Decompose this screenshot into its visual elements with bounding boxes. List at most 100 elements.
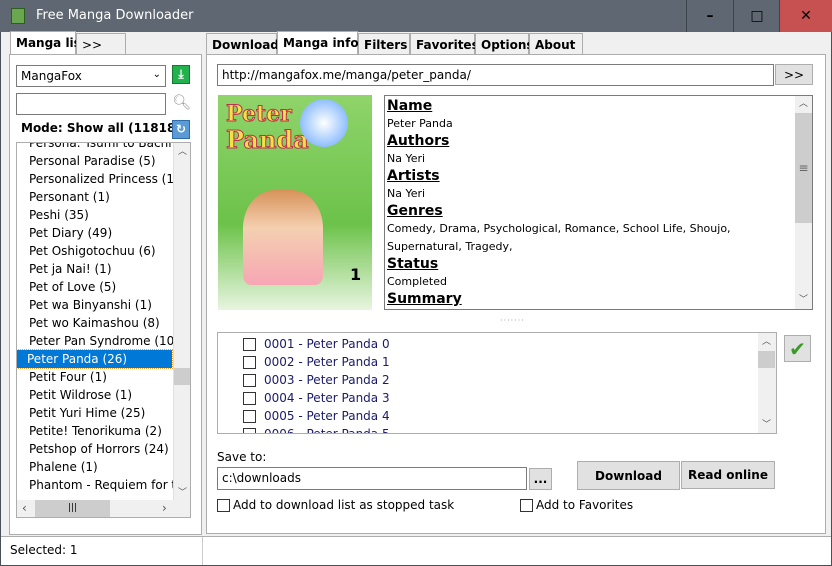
- checkbox[interactable]: [520, 498, 533, 512]
- splitter-handle[interactable]: ·······: [500, 316, 525, 325]
- hscroll-thumb[interactable]: |||: [35, 500, 110, 517]
- search-input[interactable]: [16, 93, 166, 115]
- search-icon[interactable]: 🔍︎: [172, 93, 191, 112]
- add-favorites-checkbox[interactable]: Add to Favorites: [520, 498, 633, 512]
- maximize-button[interactable]: □: [733, 0, 780, 32]
- info-box[interactable]: Name Peter Panda Authors Na Yeri Artists Na Y…: [384, 95, 813, 310]
- checkbox[interactable]: [243, 427, 256, 433]
- scroll-up-icon[interactable]: ︿: [178, 144, 187, 157]
- checkmark-icon: ✔: [789, 336, 806, 361]
- tab-downloads[interactable]: Downloads: [206, 33, 286, 55]
- checkbox[interactable]: [243, 391, 256, 405]
- app-icon: [11, 8, 25, 24]
- manga-list[interactable]: Persona: Tsumi to Bachi Personal Paradise…: [16, 142, 191, 518]
- read-online-button[interactable]: Read online: [681, 461, 775, 489]
- minimize-button[interactable]: –: [686, 0, 733, 32]
- manga-list-item[interactable]: Pet Diary (49): [29, 224, 175, 242]
- manga-list-item[interactable]: Pet Oshigotochuu (6): [29, 242, 175, 260]
- chapter-scrollbar[interactable]: ︿ ﹀: [758, 333, 776, 433]
- save-to-label: Save to:: [217, 450, 267, 464]
- tab-options[interactable]: Options: [475, 33, 534, 55]
- cover-title-line2: Panda: [226, 125, 310, 155]
- scroll-thumb[interactable]: ≡: [795, 113, 812, 223]
- info-value: Comedy, Drama, Psychological, Romance, S…: [387, 222, 731, 253]
- info-scrollbar[interactable]: ︿ ≡ ﹀: [795, 96, 812, 309]
- chapter-item[interactable]: 0006 - Peter Panda 5: [243, 425, 390, 434]
- add-stopped-label: Add to download list as stopped task: [233, 498, 455, 512]
- scroll-down-icon[interactable]: ﹀: [762, 417, 771, 430]
- close-button[interactable]: ✕: [779, 0, 832, 32]
- manga-list-item[interactable]: Pet ja Nai! (1): [29, 260, 175, 278]
- checkbox[interactable]: [243, 373, 256, 387]
- cover-title-line1: Peter: [226, 101, 293, 128]
- cover-volume: 1: [350, 265, 362, 284]
- chapter-item[interactable]: 0003 - Peter Panda 2: [243, 371, 390, 389]
- add-favorites-label: Add to Favorites: [536, 498, 634, 512]
- chapter-item[interactable]: 0002 - Peter Panda 1: [243, 353, 390, 371]
- vertical-scrollbar[interactable]: ︿ ﹀: [173, 143, 190, 500]
- tab-manga-list[interactable]: Manga list: [10, 31, 87, 55]
- checkbox[interactable]: [243, 409, 256, 423]
- chapter-label: 0004 - Peter Panda 3: [264, 391, 390, 405]
- chapter-list[interactable]: 0001 - Peter Panda 0 0002 - Peter Panda 1…: [217, 332, 777, 434]
- scroll-up-icon[interactable]: ︿: [762, 334, 771, 347]
- tab-more[interactable]: >>: [76, 33, 126, 55]
- url-input[interactable]: http://mangafox.me/manga/peter_panda/: [217, 64, 774, 86]
- chapter-item[interactable]: 0004 - Peter Panda 3: [243, 389, 390, 407]
- chapter-label: 0006 - Peter Panda 5: [264, 427, 390, 434]
- manga-list-item[interactable]: Personant (1): [29, 188, 175, 206]
- horizontal-scrollbar[interactable]: ‹ ||| ›: [17, 500, 190, 517]
- scroll-left-icon[interactable]: ‹: [22, 501, 27, 515]
- scroll-thumb[interactable]: [174, 368, 190, 385]
- chapter-item[interactable]: 0001 - Peter Panda 0: [243, 335, 390, 353]
- manga-list-item[interactable]: Peter Pan Syndrome (10): [29, 332, 175, 350]
- info-value: Completed: [387, 275, 447, 288]
- download-button[interactable]: Download: [577, 461, 680, 490]
- checkbox[interactable]: [217, 498, 230, 512]
- manga-list-item[interactable]: Petite! Tenorikuma (2): [29, 422, 175, 440]
- manga-list-item[interactable]: Persona: Tsumi to Bachi: [29, 143, 175, 152]
- check-all-button[interactable]: ✔: [784, 335, 811, 362]
- info-label: Genres: [387, 203, 443, 219]
- chapter-label: 0001 - Peter Panda 0: [264, 337, 390, 351]
- manga-list-item[interactable]: Pet wa Binyanshi (1): [29, 296, 175, 314]
- scroll-down-icon[interactable]: ﹀: [799, 292, 808, 305]
- manga-list-item[interactable]: Petit Four (1): [29, 368, 175, 386]
- manga-list-item[interactable]: Personal Paradise (5): [29, 152, 175, 170]
- browse-button[interactable]: ...: [529, 468, 552, 490]
- save-path-input[interactable]: c:\downloads: [217, 467, 527, 490]
- title-bar: Free Manga Downloader – □ ✕: [0, 0, 832, 32]
- manga-list-item[interactable]: Personalized Princess (10): [29, 170, 175, 188]
- scroll-up-icon[interactable]: ︿: [799, 96, 808, 109]
- manga-list-item[interactable]: Petit Yuri Hime (25): [29, 404, 175, 422]
- refresh-icon[interactable]: ↻: [172, 120, 190, 139]
- tab-manga-infos[interactable]: Manga infos: [277, 31, 366, 55]
- tab-favorites[interactable]: Favorites: [410, 33, 479, 55]
- status-divider: [202, 537, 203, 565]
- manga-list-item[interactable]: Peshi (35): [29, 206, 175, 224]
- status-bar: Selected: 1: [1, 536, 831, 565]
- manga-list-item[interactable]: Petit Wildrose (1): [29, 386, 175, 404]
- manga-list-item[interactable]: Phalene (1): [29, 458, 175, 476]
- checkbox[interactable]: [243, 337, 256, 351]
- info-label: Authors: [387, 133, 450, 149]
- tab-filters[interactable]: Filters: [358, 33, 410, 55]
- tab-about[interactable]: About: [529, 33, 583, 55]
- manga-list-item[interactable]: Peter Panda (26): [17, 349, 173, 369]
- manga-list-item[interactable]: Phantom - Requiem for the Phantom: [29, 476, 175, 494]
- chevron-down-icon: ⌄: [152, 69, 161, 80]
- scroll-right-icon[interactable]: ›: [162, 501, 167, 515]
- go-button[interactable]: >>: [775, 64, 813, 85]
- manga-list-item[interactable]: Pet of Love (5): [29, 278, 175, 296]
- download-list-icon[interactable]: ⤓: [172, 65, 190, 84]
- scroll-thumb[interactable]: [758, 351, 775, 368]
- add-stopped-checkbox[interactable]: Add to download list as stopped task: [217, 498, 454, 512]
- source-select[interactable]: MangaFox ⌄: [16, 65, 166, 87]
- manga-list-item[interactable]: Petshop of Horrors (24): [29, 440, 175, 458]
- manga-list-item[interactable]: Pet wo Kaimashou (8): [29, 314, 175, 332]
- chapter-item[interactable]: 0005 - Peter Panda 4: [243, 407, 390, 425]
- info-value: Na Yeri: [387, 187, 426, 200]
- checkbox[interactable]: [243, 355, 256, 369]
- scroll-down-icon[interactable]: ﹀: [178, 485, 187, 498]
- window-title: Free Manga Downloader: [36, 8, 194, 23]
